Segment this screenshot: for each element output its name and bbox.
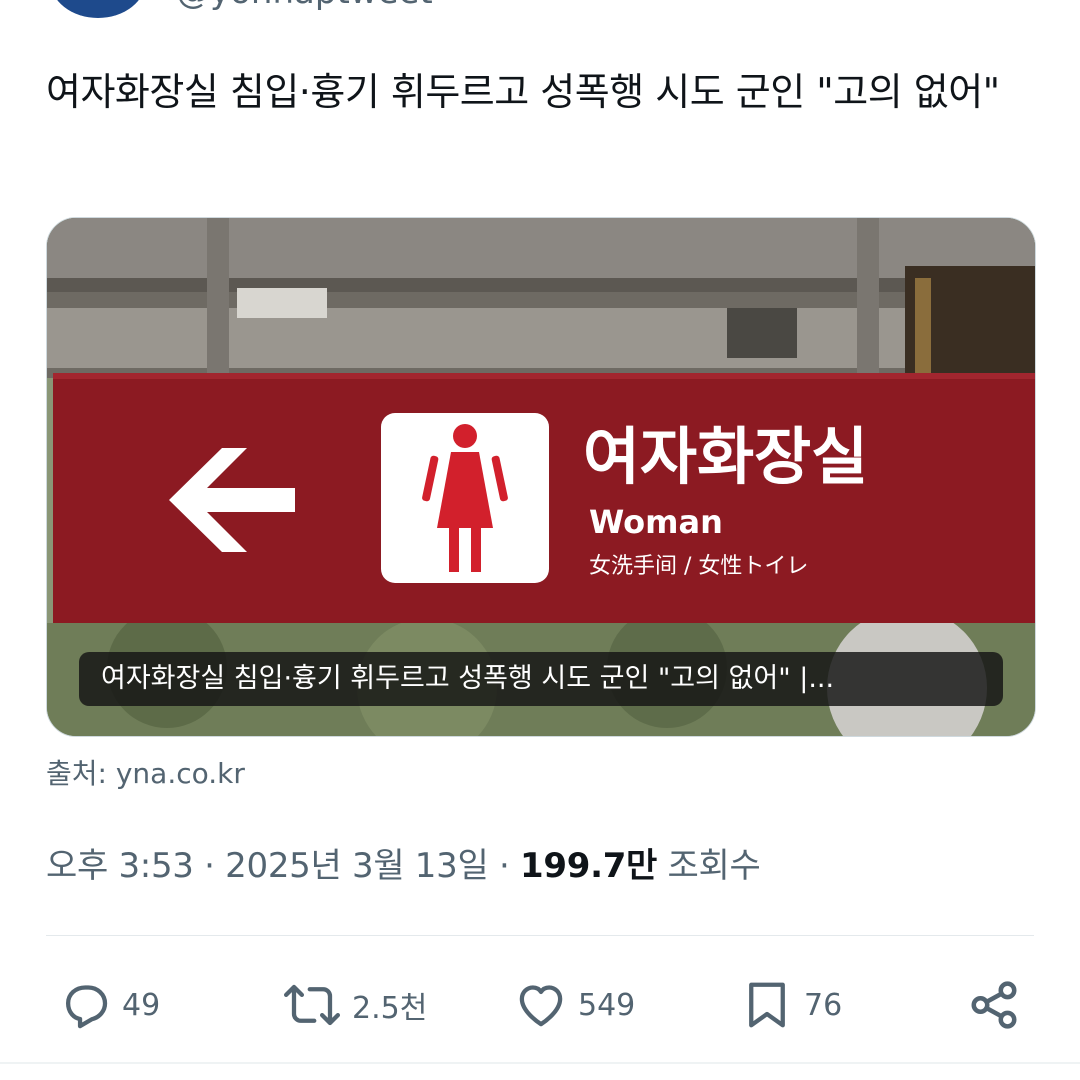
heart-icon — [514, 978, 568, 1032]
action-bar: 49 2.5천 549 76 — [0, 965, 1080, 1045]
share-icon — [964, 978, 1024, 1032]
author-handle[interactable]: @yonhaptweet — [176, 0, 433, 12]
card-caption: 여자화장실 침입·흉기 휘두르고 성폭행 시도 군인 "고의 없어" |... — [79, 652, 1003, 706]
link-card[interactable]: 여자화장실 Woman 女洗手间 / 女性トイレ 여자화장실 침입·흉기 휘두르… — [46, 217, 1036, 737]
sign-english-text: Woman — [589, 503, 723, 541]
retweet-button[interactable]: 2.5천 — [282, 965, 427, 1045]
divider — [46, 935, 1034, 936]
tweet-date[interactable]: 2025년 3월 13일 — [225, 846, 489, 886]
reply-count: 49 — [122, 987, 161, 1023]
sign-subtitle-text: 女洗手间 / 女性トイレ — [589, 554, 808, 579]
views-count: 199.7만 — [520, 846, 658, 886]
reply-button[interactable]: 49 — [58, 965, 160, 1045]
tweet-text: 여자화장실 침입·흉기 휘두르고 성폭행 시도 군인 "고의 없어" — [46, 70, 1000, 114]
views-label: 조회수 — [667, 846, 761, 886]
reply-icon — [58, 978, 112, 1032]
meta-separator: · — [204, 846, 215, 886]
bookmark-button[interactable]: 76 — [740, 965, 842, 1045]
tweet-meta: 오후 3:53 · 2025년 3월 13일 · 199.7만 조회수 — [46, 838, 761, 887]
sign-korean-text: 여자화장실 — [583, 420, 868, 493]
like-button[interactable]: 549 — [514, 965, 635, 1045]
divider — [0, 1062, 1080, 1064]
avatar[interactable] — [50, 0, 146, 18]
bookmark-count: 76 — [804, 987, 843, 1023]
card-source[interactable]: 출처: yna.co.kr — [46, 752, 245, 792]
meta-separator: · — [498, 846, 510, 886]
retweet-count: 2.5천 — [352, 991, 428, 1026]
bookmark-icon — [740, 978, 794, 1032]
share-button[interactable] — [964, 965, 1024, 1045]
tweet-time[interactable]: 오후 3:53 — [46, 846, 194, 886]
like-count: 549 — [578, 987, 636, 1023]
retweet-icon — [282, 978, 342, 1032]
